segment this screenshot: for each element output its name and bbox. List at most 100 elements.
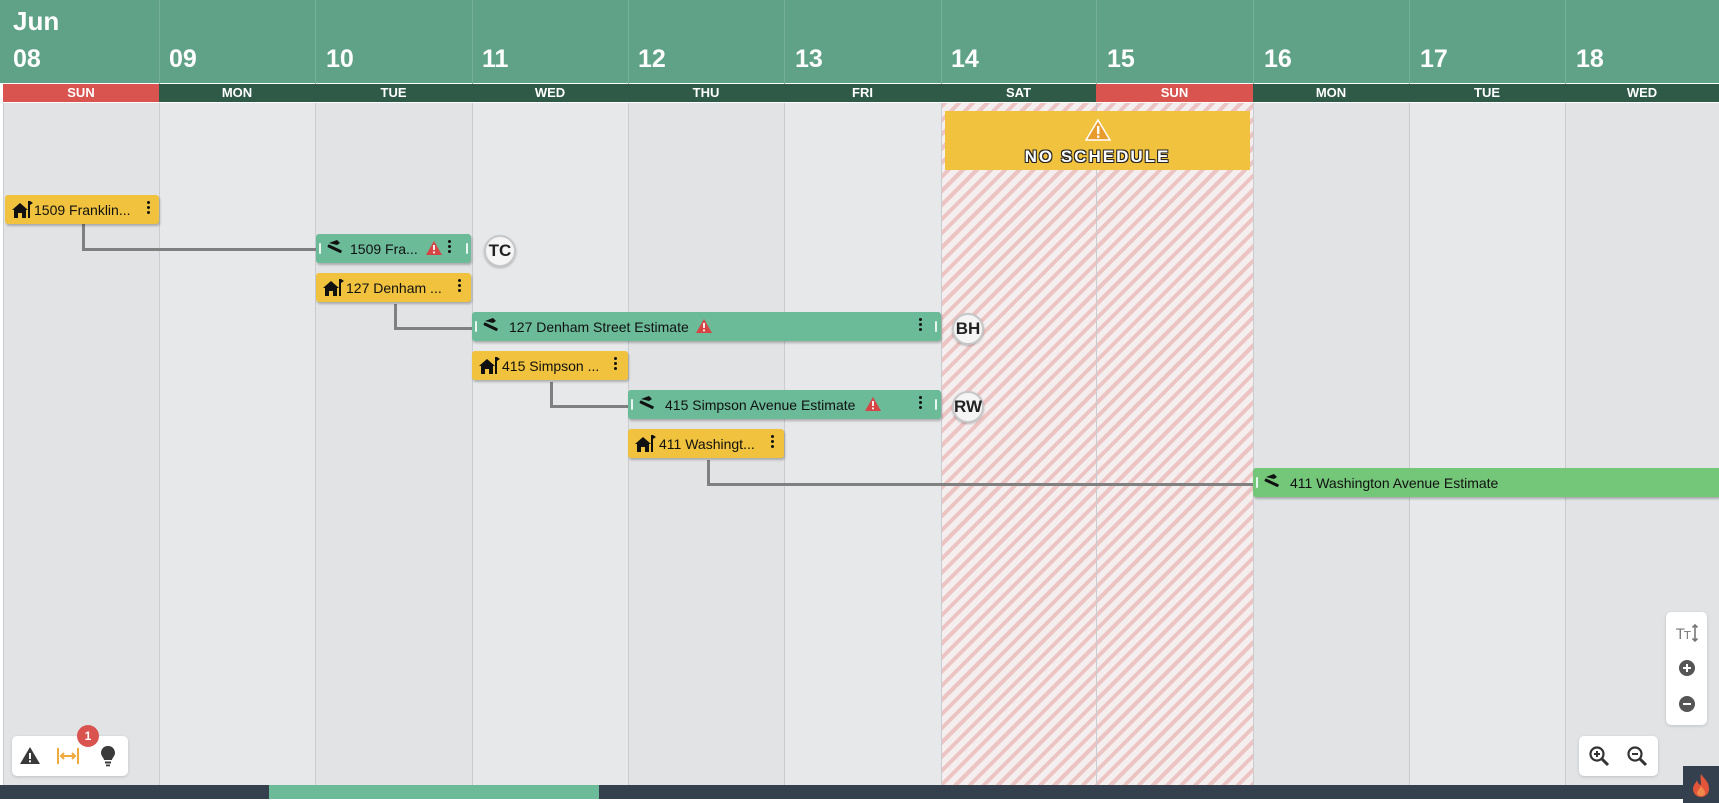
warning-icon[interactable] [18, 744, 42, 768]
site-task-1509-franklin[interactable]: 1509 Franklin... [5, 195, 159, 224]
horizontal-scrollbar[interactable] [0, 785, 1683, 799]
text-height-icon[interactable]: T T [1675, 621, 1699, 645]
month-label: Jun [13, 6, 60, 36]
day-column-13 [784, 103, 941, 785]
task-label: 415 Simpson Avenue Estimate [665, 397, 856, 413]
dow-13: FRI [784, 84, 941, 102]
day-column-11 [472, 103, 628, 785]
zoom-toolbar [1579, 736, 1658, 776]
dependency-line [394, 327, 472, 330]
kebab-menu-icon[interactable] [917, 394, 923, 412]
day-column-10 [315, 103, 472, 785]
assignee-avatar[interactable]: TC [484, 235, 516, 267]
dow-17: TUE [1409, 84, 1565, 102]
date-08: 08 [13, 45, 41, 73]
assignee-avatar[interactable]: RW [952, 391, 984, 423]
task-label: 411 Washingt... [659, 436, 755, 452]
zoom-out-icon[interactable] [1625, 744, 1649, 768]
lightbulb-icon[interactable] [96, 744, 120, 768]
resize-handle-right[interactable] [466, 243, 468, 254]
warning-icon [865, 397, 881, 411]
site-task-415-simpson[interactable]: 415 Simpson ... [472, 351, 628, 380]
kebab-menu-icon[interactable] [145, 199, 151, 217]
resize-handle-left[interactable] [631, 399, 633, 410]
estimate-task-411-washington[interactable]: 411 Washington Avenue Estimate [1253, 468, 1719, 497]
dow-18: WED [1565, 84, 1719, 102]
task-label: 1509 Franklin... [34, 202, 131, 218]
house-flag-icon [12, 201, 33, 218]
hammer-icon [1264, 474, 1279, 487]
day-column-15-unscheduled [1096, 103, 1253, 785]
task-label: 127 Denham ... [346, 280, 442, 296]
task-label: 411 Washington Avenue Estimate [1290, 475, 1499, 491]
date-11: 11 [482, 45, 509, 73]
zoom-in-icon[interactable] [1587, 744, 1611, 768]
dow-09: MON [159, 84, 315, 102]
hammer-icon [639, 396, 654, 409]
no-schedule-label: NO SCHEDULE [1024, 147, 1171, 166]
resize-handle-left[interactable] [1256, 477, 1258, 488]
day-column-16 [1253, 103, 1409, 785]
task-label: 415 Simpson ... [502, 358, 600, 374]
task-label: 127 Denham Street Estimate [509, 319, 689, 335]
corner-button[interactable] [1683, 766, 1719, 803]
warning-icon [1085, 118, 1111, 141]
date-18: 18 [1576, 45, 1604, 73]
schedule-board: Jun 08 09 10 11 12 13 14 15 16 17 18 SUN… [0, 0, 1719, 803]
bottom-toolbar [12, 736, 128, 776]
house-flag-icon [323, 279, 344, 296]
kebab-menu-icon[interactable] [612, 355, 618, 373]
dow-10: TUE [315, 84, 472, 102]
plus-circle-icon[interactable] [1675, 656, 1699, 680]
site-task-411-washington[interactable]: 411 Washingt... [628, 429, 784, 458]
assignee-avatar[interactable]: BH [952, 313, 984, 345]
dow-11: WED [472, 84, 628, 102]
dow-14: SAT [941, 84, 1096, 102]
estimate-task-415-simpson[interactable]: 415 Simpson Avenue Estimate [628, 390, 941, 419]
dependency-line [82, 248, 316, 251]
calendar-header [0, 0, 1719, 83]
svg-text:T: T [1683, 629, 1691, 642]
dependency-line [550, 405, 628, 408]
date-12: 12 [638, 45, 666, 73]
minus-circle-icon[interactable] [1675, 692, 1699, 716]
hammer-icon [483, 318, 498, 331]
resize-handle-right[interactable] [935, 321, 937, 332]
task-label: 1509 Fra... [350, 241, 418, 257]
date-09: 09 [169, 45, 197, 73]
resize-handle-left[interactable] [475, 321, 477, 332]
notification-badge: 1 [77, 725, 99, 747]
dow-12: THU [628, 84, 784, 102]
estimate-task-1509-franklin[interactable]: 1509 Fra... [316, 234, 471, 263]
house-flag-icon [635, 435, 656, 452]
day-column-09 [159, 103, 315, 785]
house-flag-icon [479, 357, 500, 374]
dependency-line [82, 221, 85, 251]
side-toolbar: T T [1666, 612, 1707, 725]
day-column-14-unscheduled [941, 103, 1096, 785]
dow-15: SUN [1096, 84, 1253, 102]
date-17: 17 [1420, 45, 1448, 73]
resize-handle-left[interactable] [319, 243, 321, 254]
hammer-icon [327, 240, 342, 253]
estimate-task-127-denham[interactable]: 127 Denham Street Estimate [472, 312, 941, 341]
kebab-menu-icon[interactable] [446, 238, 452, 256]
date-14: 14 [951, 45, 979, 73]
date-13: 13 [795, 45, 823, 73]
dow-08: SUN [3, 84, 159, 102]
dow-16: MON [1253, 84, 1409, 102]
date-16: 16 [1264, 45, 1292, 73]
date-15: 15 [1107, 45, 1135, 73]
no-schedule-banner: NO SCHEDULE [945, 111, 1250, 170]
kebab-menu-icon[interactable] [456, 277, 462, 295]
warning-icon [696, 319, 712, 333]
flame-icon [1693, 774, 1709, 797]
date-10: 10 [326, 45, 354, 73]
resize-handle-right[interactable] [935, 399, 937, 410]
fit-width-icon[interactable] [56, 744, 80, 768]
site-task-127-denham[interactable]: 127 Denham ... [316, 273, 471, 302]
scrollbar-thumb[interactable] [269, 785, 599, 799]
dependency-line [707, 483, 1253, 486]
kebab-menu-icon[interactable] [917, 316, 923, 334]
kebab-menu-icon[interactable] [769, 433, 775, 451]
